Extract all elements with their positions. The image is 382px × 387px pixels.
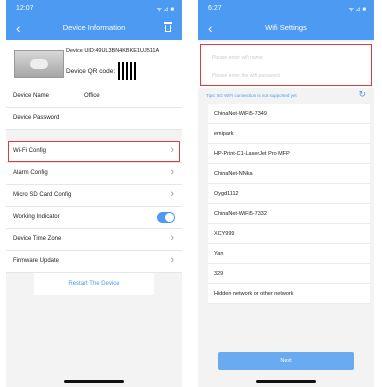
- wifi-item[interactable]: emipark: [208, 124, 370, 144]
- chevron-right-icon: ›: [170, 254, 174, 266]
- wifi-item[interactable]: ChinaNet-WiFi5-7332: [208, 204, 370, 224]
- row-label: Device Name: [13, 93, 50, 99]
- status-time: 6:27: [208, 5, 222, 12]
- row-alarm-config[interactable]: Alarm Config ›: [6, 163, 182, 185]
- device-name-value: Office: [84, 93, 100, 99]
- wifi-settings-screen: 6:27 ᯤ ⊿ ■ ‹ Wifi Settings Please enter …: [198, 0, 374, 387]
- row-label: Device Time Zone: [13, 236, 62, 242]
- 5g-hint: Tips: 5G WiFi connection is not supporte…: [206, 93, 297, 98]
- row-label: Micro SD Card Config: [13, 192, 72, 198]
- working-indicator-toggle[interactable]: [157, 212, 175, 223]
- restart-device-button[interactable]: Restart The Device: [34, 273, 154, 295]
- device-information-screen: 12:07 ᯤ ⊿ ■ ‹ Device Information Device …: [6, 0, 182, 387]
- row-label: Alarm Config: [13, 170, 48, 176]
- wifi-item[interactable]: HP-Print-C1-LaserJet Pro MFP: [208, 144, 370, 164]
- next-button[interactable]: Next: [218, 352, 354, 370]
- status-bar: 12:07 ᯤ ⊿ ■: [6, 0, 182, 18]
- wifi-config-highlight: [8, 141, 180, 162]
- row-working-indicator: Working Indicator: [6, 207, 182, 229]
- home-indicator: [64, 380, 124, 383]
- nav-bar: ‹ Device Information: [6, 18, 182, 40]
- chevron-right-icon: ›: [170, 232, 174, 244]
- row-label: Firmware Update: [13, 258, 60, 264]
- wifi-item[interactable]: Oygd1112: [208, 184, 370, 204]
- camera-thumbnail: [14, 50, 64, 78]
- row-firmware-update[interactable]: Firmware Update ›: [6, 251, 182, 273]
- device-uid: Device UID:49UL3BN4KBKE1UJ511A: [66, 48, 160, 54]
- status-time: 12:07: [16, 5, 34, 12]
- wifi-item[interactable]: XCY999: [208, 224, 370, 244]
- home-indicator: [256, 380, 316, 383]
- qr-code-icon[interactable]: [118, 62, 136, 80]
- page-title: Device Information: [62, 23, 126, 32]
- row-label: Working Indicator: [13, 214, 60, 220]
- trash-icon[interactable]: [164, 22, 172, 32]
- row-device-password[interactable]: Device Password: [6, 108, 182, 130]
- status-icons: ᯤ ⊿ ■: [348, 7, 366, 13]
- chevron-right-icon: ›: [170, 188, 174, 200]
- refresh-icon[interactable]: ↻: [358, 89, 366, 100]
- row-label: Device Password: [13, 115, 60, 121]
- input-highlight: [200, 44, 372, 86]
- wifi-item-hidden[interactable]: Hidden network or other network: [208, 284, 370, 304]
- row-device-name[interactable]: Device Name Office: [6, 86, 182, 108]
- wifi-item[interactable]: ChinaNet-NNka: [208, 164, 370, 184]
- nav-bar: ‹ Wifi Settings: [198, 18, 374, 40]
- row-sd-card-config[interactable]: Micro SD Card Config ›: [6, 185, 182, 207]
- qr-label: Device QR code:: [66, 68, 116, 75]
- wifi-item[interactable]: Yan: [208, 244, 370, 264]
- status-icons: ᯤ ⊿ ■: [156, 7, 174, 13]
- chevron-right-icon: ›: [170, 166, 174, 178]
- row-time-zone[interactable]: Device Time Zone ›: [6, 229, 182, 251]
- page-title: Wifi Settings: [265, 23, 307, 32]
- status-bar: 6:27 ᯤ ⊿ ■: [198, 0, 374, 18]
- wifi-item[interactable]: 329: [208, 264, 370, 284]
- wifi-item[interactable]: ChinaNet-WiFi5-7349: [208, 104, 370, 124]
